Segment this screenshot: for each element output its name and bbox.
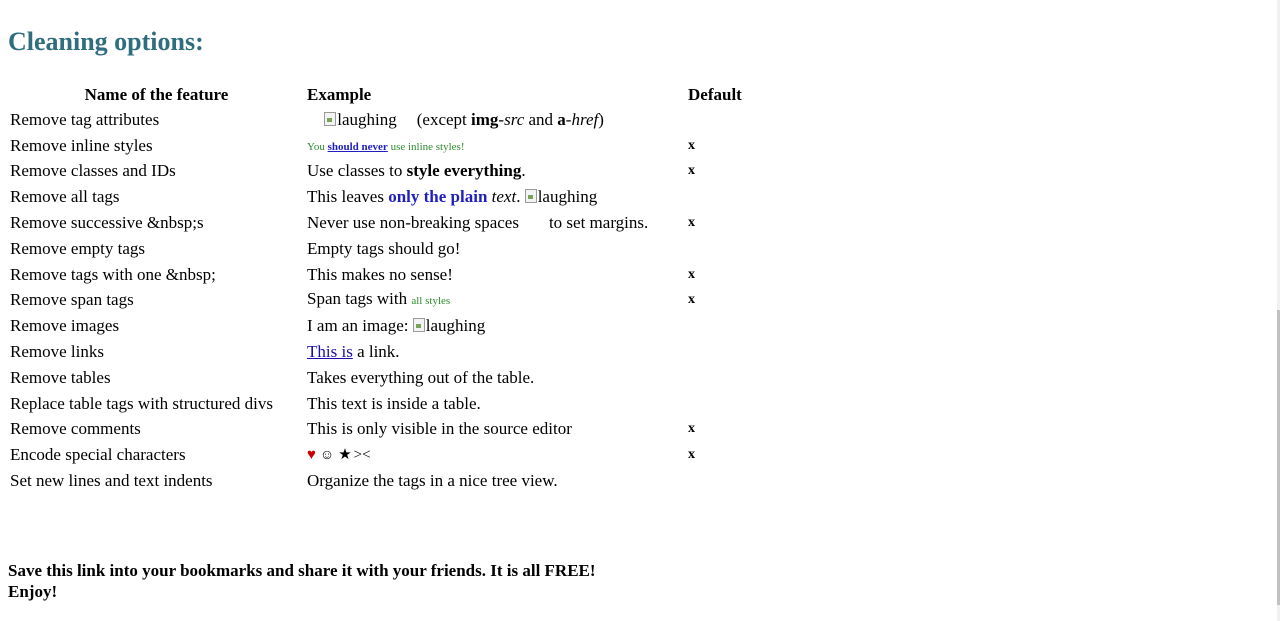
- example-cell: This leaves only the plain text. laughin…: [307, 187, 598, 207]
- table-row: Set new lines and text indents Organize …: [8, 468, 770, 494]
- default-mark: x: [688, 447, 695, 463]
- feature-name: Remove inline styles: [10, 135, 153, 155]
- feature-name: Remove links: [10, 342, 104, 362]
- table-row: Remove tag attributes laughing (except im…: [8, 107, 770, 133]
- example-cell: This makes no sense!: [307, 264, 453, 284]
- smile-icon: ☺: [319, 448, 335, 464]
- default-mark: [686, 468, 770, 494]
- feature-name: Remove comments: [10, 419, 141, 439]
- example-cell: Span tags with all styles: [307, 289, 451, 309]
- example-cell: Takes everything out of the table.: [307, 367, 535, 387]
- default-mark: [686, 236, 770, 262]
- feature-name: Remove tables: [10, 367, 111, 387]
- laughing-image: laughing: [524, 187, 597, 207]
- default-mark: x: [688, 266, 695, 282]
- table-row: Replace table tags with structured divs …: [8, 391, 770, 417]
- header-default: Default: [688, 85, 742, 104]
- default-mark: [686, 365, 770, 391]
- feature-name: Remove empty tags: [10, 238, 146, 258]
- table-row: Remove span tags Span tags with all styl…: [8, 288, 770, 314]
- default-mark: [686, 391, 770, 417]
- angle-brackets-icon: ><: [353, 447, 371, 464]
- feature-name: Remove images: [10, 316, 120, 336]
- feature-name: Remove tag attributes: [10, 109, 160, 129]
- feature-name: Remove span tags: [10, 290, 134, 310]
- default-mark: x: [688, 215, 695, 231]
- feature-name: Replace table tags with structured divs: [10, 393, 273, 413]
- table-row: Remove successive &nbsp;s Never use non-…: [8, 210, 770, 236]
- broken-image-icon: [324, 111, 337, 126]
- example-cell: I am an image: laughing: [307, 316, 486, 336]
- page-title: Cleaning options:: [8, 27, 204, 56]
- default-mark: x: [688, 163, 695, 179]
- should-never-link[interactable]: should never: [328, 141, 388, 153]
- feature-name: Remove tags with one &nbsp;: [10, 264, 216, 284]
- this-is-link[interactable]: This is: [307, 342, 353, 361]
- table-row: Remove tags with one &nbsp; This makes n…: [8, 262, 770, 288]
- table-row: Remove links This is a link.: [8, 339, 770, 365]
- footer-message: Save this link into your bookmarks and s…: [8, 560, 596, 602]
- footer-line-2: Enjoy!: [8, 582, 58, 601]
- heart-icon: ♥: [307, 447, 316, 464]
- table-row: Remove empty tags Empty tags should go!: [8, 236, 770, 262]
- default-mark: x: [688, 421, 695, 437]
- table-row: Remove all tags This leaves only the pla…: [8, 184, 770, 210]
- footer-line-1: Save this link into your bookmarks and s…: [8, 561, 596, 580]
- laughing-image: laughing: [324, 110, 397, 130]
- feature-name: Set new lines and text indents: [10, 471, 213, 491]
- feature-name: Encode special characters: [10, 445, 186, 465]
- table-row: Remove images I am an image: laughing: [8, 313, 770, 339]
- example-cell: This text is inside a table.: [307, 393, 481, 413]
- example-cell: This is a link.: [307, 342, 400, 362]
- table-row: Remove comments This is only visible in …: [8, 417, 770, 443]
- default-mark: x: [688, 292, 695, 308]
- default-mark: [686, 339, 770, 365]
- feature-name: Remove successive &nbsp;s: [10, 213, 204, 233]
- star-icon: ★: [338, 447, 352, 464]
- table-header-row: Name of the feature Example Default: [8, 83, 770, 107]
- page: Cleaning options: Name of the feature Ex…: [0, 0, 1280, 621]
- broken-image-icon: [412, 318, 425, 333]
- example-cell: Never use non-breaking spaces to set marg…: [307, 213, 649, 233]
- table-row: Remove tables Takes everything out of th…: [8, 365, 770, 391]
- cleaning-options-table: Name of the feature Example Default Remo…: [8, 83, 770, 494]
- example-cell: Organize the tags in a nice tree view.: [307, 471, 558, 491]
- header-example: Example: [307, 85, 372, 104]
- default-mark: [686, 107, 770, 133]
- example-cell: Empty tags should go!: [307, 238, 461, 258]
- table-row: Encode special characters ♥ ☺ ★ >< x: [8, 442, 770, 468]
- laughing-image: laughing: [412, 316, 485, 336]
- example-cell: You should never use inline styles!: [307, 140, 465, 153]
- header-name: Name of the feature: [84, 85, 229, 104]
- example-cell: laughing (except img-src and a-href): [305, 107, 686, 133]
- feature-name: Remove classes and IDs: [10, 161, 176, 181]
- table-row: Remove classes and IDs Use classes to st…: [8, 159, 770, 185]
- broken-image-icon: [524, 189, 537, 204]
- default-mark: x: [688, 137, 695, 153]
- table-row: Remove inline styles You should never us…: [8, 133, 770, 159]
- example-cell: Use classes to style everything.: [307, 161, 526, 181]
- example-cell: This is only visible in the source edito…: [307, 419, 572, 439]
- default-mark: [686, 313, 770, 339]
- feature-name: Remove all tags: [10, 187, 120, 207]
- default-mark: [686, 184, 770, 210]
- example-cell: ♥ ☺ ★ ><: [305, 442, 686, 468]
